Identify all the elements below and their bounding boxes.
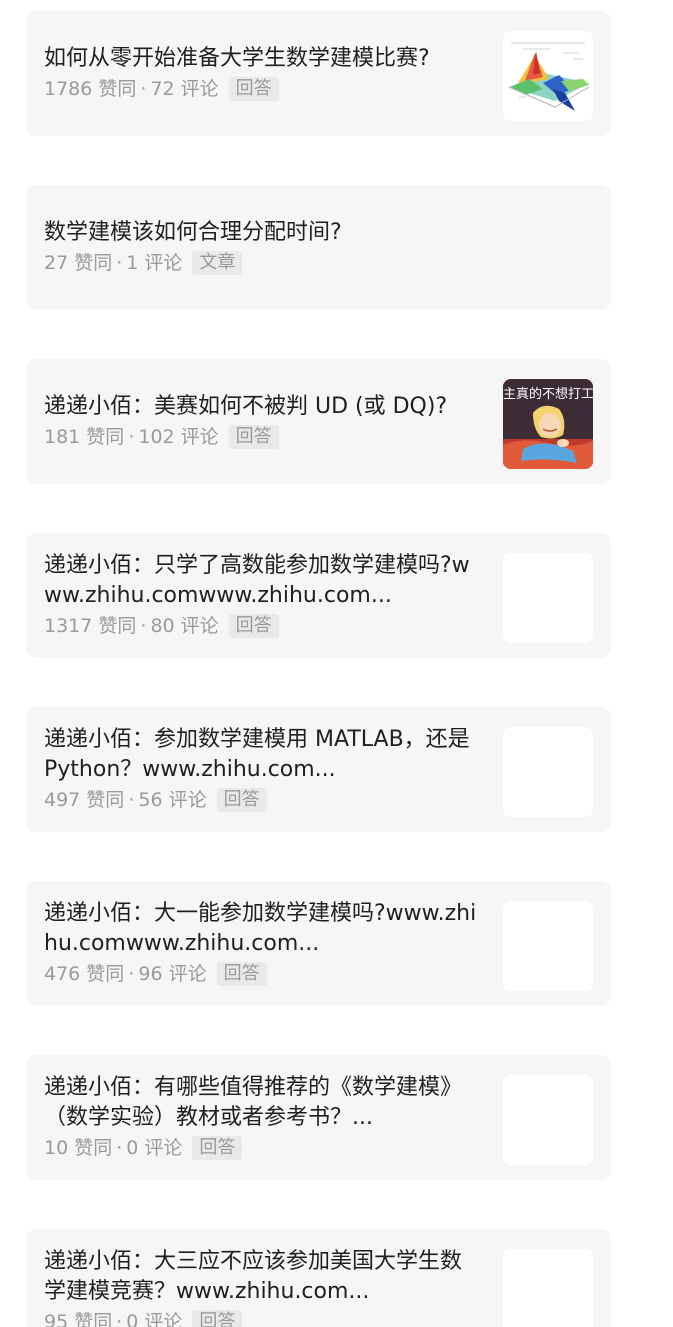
list-item-body: 递递小佰：有哪些值得推荐的《数学建模》（数学实验）教材或者参考书？... 10 … [44,1055,481,1180]
comment-count: 80 评论 [150,615,219,637]
item-meta: 497 赞同 · 56 评论 回答 [44,786,481,814]
like-count: 27 赞同 [44,252,113,274]
like-count: 497 赞同 [44,789,125,811]
like-count: 476 赞同 [44,963,125,985]
meta-separator: · [140,78,147,100]
like-count: 1786 赞同 [44,78,137,100]
list-item-body: 递递小佰：参加数学建模用 MATLAB，还是 Python？www.zhihu.… [44,707,481,832]
content-type-tag: 回答 [216,962,267,986]
item-title[interactable]: 递递小佰：大一能参加数学建模吗?www.zhihu.comwww.zhihu.c… [44,899,481,959]
meta-separator: · [116,252,123,274]
list-item-body: 数学建模该如何合理分配时间? 27 赞同 · 1 评论 文章 [44,185,591,310]
comment-count: 1 评论 [126,252,183,274]
comment-count: 0 评论 [126,1137,183,1159]
item-meta: 27 赞同 · 1 评论 文章 [44,249,591,277]
list-item-body: 递递小佰：美赛如何不被判 UD (或 DQ)? 181 赞同 · 102 评论 回答 [44,359,481,484]
list-item[interactable]: 数学建模该如何合理分配时间? 27 赞同 · 1 评论 文章 [26,185,611,310]
content-type-tag: 回答 [228,614,279,638]
meta-separator: · [128,789,135,811]
blank-thumbnail[interactable] [503,1249,593,1327]
like-count: 181 赞同 [44,426,125,448]
blank-thumbnail[interactable] [503,901,593,991]
content-type-tag: 回答 [192,1310,243,1327]
list-item[interactable]: 递递小佰：大一能参加数学建模吗?www.zhihu.comwww.zhihu.c… [26,881,611,1006]
comment-count: 96 评论 [138,963,207,985]
list-item-body: 递递小佰：只学了高数能参加数学建模吗?www.zhihu.comwww.zhih… [44,533,481,658]
meta-separator: · [128,426,135,448]
list-item[interactable]: 递递小佰：有哪些值得推荐的《数学建模》（数学实验）教材或者参考书？... 10 … [26,1055,611,1180]
content-type-tag: 回答 [228,77,279,101]
item-title[interactable]: 递递小佰：大三应不应该参加美国大学生数学建模竞赛？www.zhihu.com..… [44,1247,481,1307]
item-meta: 476 赞同 · 96 评论 回答 [44,960,481,988]
comment-count: 56 评论 [138,789,207,811]
content-type-tag: 回答 [228,425,279,449]
list-item[interactable]: 递递小佰：参加数学建模用 MATLAB，还是 Python？www.zhihu.… [26,707,611,832]
item-title[interactable]: 如何从零开始准备大学生数学建模比赛? [44,44,481,74]
article-list: 如何从零开始准备大学生数学建模比赛? 1786 赞同 · 72 评论 回答 数学… [0,0,673,1327]
list-item-body: 递递小佰：大一能参加数学建模吗?www.zhihu.comwww.zhihu.c… [44,881,481,1006]
blank-thumbnail[interactable] [503,553,593,643]
meme-caption: 主真的不想打工 [503,387,593,402]
item-meta: 95 赞同 · 0 评论 回答 [44,1308,481,1327]
blank-thumbnail[interactable] [503,1075,593,1165]
item-meta: 1786 赞同 · 72 评论 回答 [44,75,481,103]
item-title[interactable]: 递递小佰：有哪些值得推荐的《数学建模》（数学实验）教材或者参考书？... [44,1073,481,1133]
meta-separator: · [128,963,135,985]
like-count: 10 赞同 [44,1137,113,1159]
list-item[interactable]: 递递小佰：只学了高数能参加数学建模吗?www.zhihu.comwww.zhih… [26,533,611,658]
item-title[interactable]: 数学建模该如何合理分配时间? [44,218,591,248]
list-item-body: 递递小佰：大三应不应该参加美国大学生数学建模竞赛？www.zhihu.com..… [44,1229,481,1327]
item-meta: 10 赞同 · 0 评论 回答 [44,1134,481,1162]
like-count: 1317 赞同 [44,615,137,637]
blank-thumbnail[interactable] [503,727,593,817]
list-item[interactable]: 递递小佰：美赛如何不被判 UD (或 DQ)? 181 赞同 · 102 评论 回答 … [26,359,611,484]
comment-count: 0 评论 [126,1311,183,1327]
meta-separator: · [140,615,147,637]
comment-count: 102 评论 [138,426,219,448]
comment-count: 72 评论 [150,78,219,100]
list-item[interactable]: 递递小佰：大三应不应该参加美国大学生数学建模竞赛？www.zhihu.com..… [26,1229,611,1327]
item-title[interactable]: 递递小佰：参加数学建模用 MATLAB，还是 Python？www.zhihu.… [44,725,481,785]
content-type-tag: 文章 [192,251,243,275]
like-count: 95 赞同 [44,1311,113,1327]
content-type-tag: 回答 [216,788,267,812]
item-meta: 181 赞同 · 102 评论 回答 [44,423,481,451]
meta-separator: · [116,1137,123,1159]
item-meta: 1317 赞同 · 80 评论 回答 [44,612,481,640]
list-item[interactable]: 如何从零开始准备大学生数学建模比赛? 1786 赞同 · 72 评论 回答 [26,11,611,136]
surface-plot-thumbnail[interactable] [503,31,593,121]
content-type-tag: 回答 [192,1136,243,1160]
meme-thumbnail[interactable]: 主真的不想打工 [503,379,593,469]
list-item-body: 如何从零开始准备大学生数学建模比赛? 1786 赞同 · 72 评论 回答 [44,11,481,136]
item-title[interactable]: 递递小佰：只学了高数能参加数学建模吗?www.zhihu.comwww.zhih… [44,551,481,611]
item-title[interactable]: 递递小佰：美赛如何不被判 UD (或 DQ)? [44,392,481,422]
meta-separator: · [116,1311,123,1327]
